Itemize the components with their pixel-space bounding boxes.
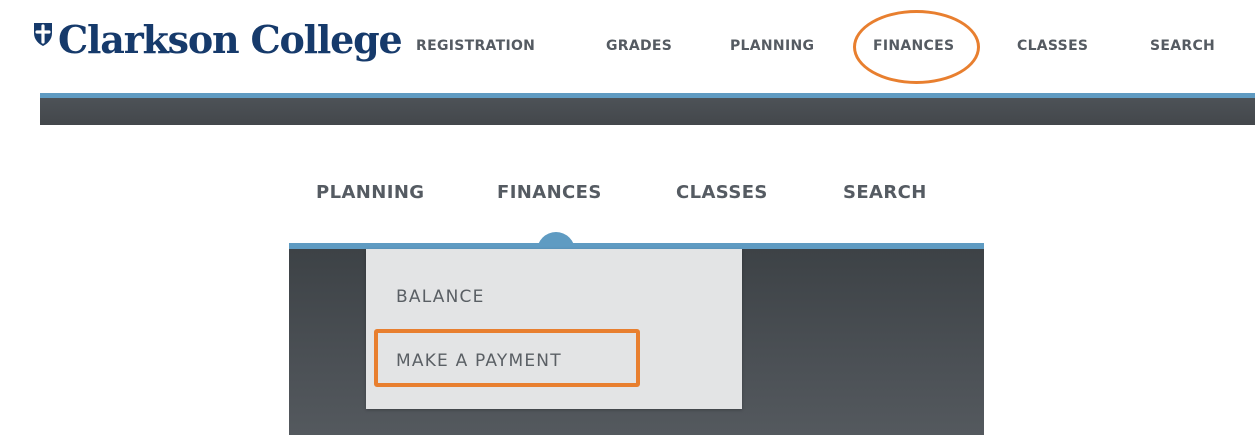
nav-finances[interactable]: FINANCES [873, 38, 954, 54]
screenshot-stage: Clarkson College REGISTRATION GRADES PLA… [0, 0, 1255, 435]
nav-classes[interactable]: CLASSES [1017, 38, 1088, 54]
college-logo[interactable]: Clarkson College [32, 17, 403, 78]
subnav-finances[interactable]: FINANCES [497, 182, 602, 203]
nav-search[interactable]: SEARCH [1150, 38, 1215, 54]
subnav-classes[interactable]: CLASSES [676, 182, 768, 203]
shield-cross-icon [32, 21, 54, 47]
finances-dropdown-menu: BALANCE MAKE A PAYMENT [366, 249, 742, 409]
header-dark-bar [40, 98, 1255, 125]
nav-grades[interactable]: GRADES [606, 38, 672, 54]
subnav-planning[interactable]: PLANNING [316, 182, 424, 203]
college-name: Clarkson College [58, 17, 403, 62]
nav-registration[interactable]: REGISTRATION [416, 38, 535, 54]
nav-planning[interactable]: PLANNING [730, 38, 814, 54]
menu-item-make-a-payment[interactable]: MAKE A PAYMENT [396, 351, 562, 371]
menu-item-balance[interactable]: BALANCE [396, 287, 485, 307]
subnav-search[interactable]: SEARCH [843, 182, 927, 203]
